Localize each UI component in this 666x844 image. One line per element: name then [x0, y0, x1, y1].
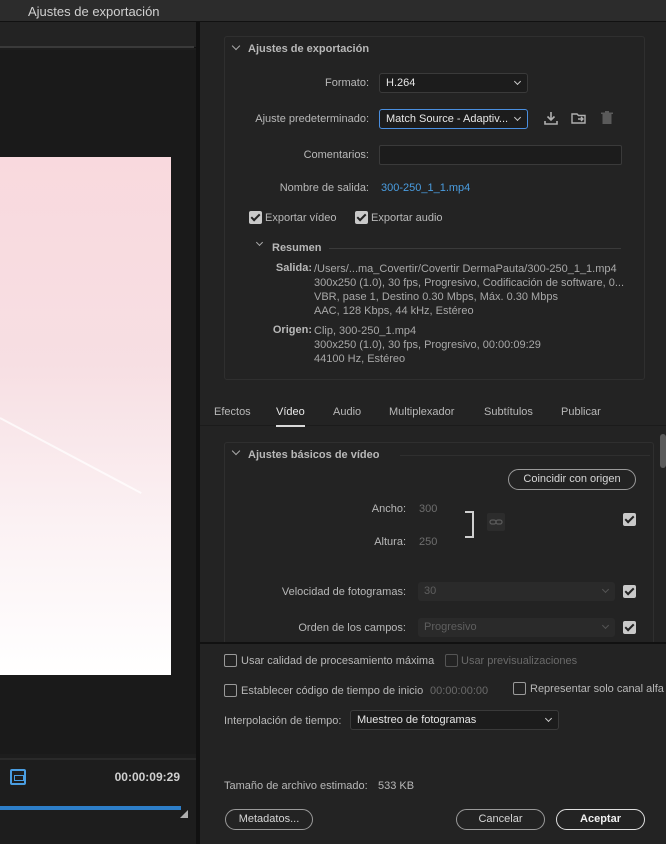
save-preset-icon[interactable] [543, 110, 559, 126]
summary-divider [329, 248, 621, 249]
summary-source-line-2: 300x250 (1.0), 30 fps, Progresivo, 00:00… [314, 339, 541, 351]
trash-icon[interactable] [599, 110, 615, 126]
window-title: Ajustes de exportación [28, 4, 160, 19]
summary-source-line-3: 44100 Hz, Estéreo [314, 353, 406, 365]
use-previews-label: Usar previsualizaciones [461, 655, 578, 667]
preview-tabstrip [0, 22, 196, 48]
field-order-value: Progresivo [424, 621, 477, 633]
format-select[interactable]: H.264 [379, 73, 528, 93]
dimensions-override-checkbox[interactable] [623, 513, 636, 526]
use-previews-checkbox[interactable] [445, 654, 458, 667]
chevron-down-icon [513, 77, 522, 86]
preset-label: Ajuste predeterminado: [255, 113, 369, 125]
export-video-label: Exportar vídeo [265, 212, 337, 224]
frame-rate-label: Velocidad de fotogramas: [281, 586, 406, 598]
summary-output-line-1: /Users/...ma_Covertir/Covertir DermaPaut… [314, 263, 617, 275]
video-basic-title: Ajustes básicos de vídeo [248, 449, 380, 461]
start-timecode-checkbox[interactable] [224, 684, 237, 697]
summary-source-label: Origen: [272, 324, 312, 336]
summary-output-line-4: AAC, 128 Kbps, 44 kHz, Estéreo [314, 305, 474, 317]
summary-title: Resumen [272, 242, 322, 254]
export-audio-label: Exportar audio [371, 212, 443, 224]
match-source-button[interactable]: Coincidir con origen [508, 469, 636, 490]
alpha-only-label: Representar solo canal alfa [530, 683, 664, 695]
alpha-only-checkbox[interactable] [513, 682, 526, 695]
import-preset-icon[interactable] [571, 110, 587, 126]
format-label: Formato: [324, 77, 369, 89]
cancel-button[interactable]: Cancelar [456, 809, 545, 830]
export-settings-title: Ajustes de exportación [248, 43, 370, 55]
window-titlebar: Ajustes de exportación [0, 0, 666, 22]
chevron-down-icon [601, 621, 610, 630]
summary-output-label: Salida: [275, 262, 312, 274]
metadata-button[interactable]: Metadatos... [225, 809, 313, 830]
preview-timecode: 00:00:09:29 [114, 770, 180, 784]
bottom-options: Usar calidad de procesamiento máxima Usa… [200, 642, 666, 844]
video-settings-panel: Ajustes básicos de vídeo Coincidir con o… [200, 428, 666, 642]
field-order-override-checkbox[interactable] [623, 621, 636, 634]
timeline-bar[interactable] [0, 806, 181, 810]
field-order-select[interactable]: Progresivo [418, 618, 615, 637]
preset-select[interactable]: Match Source - Adaptiv... [379, 109, 528, 129]
chevron-down-icon [601, 585, 610, 594]
chevron-down-icon[interactable] [255, 238, 264, 247]
fit-frame-icon[interactable] [10, 769, 26, 785]
tab-video[interactable]: Vídeo [276, 406, 305, 427]
tab-audio[interactable]: Audio [333, 406, 361, 418]
time-interpolation-select[interactable]: Muestreo de fotogramas [350, 710, 559, 730]
max-render-quality-label: Usar calidad de procesamiento máxima [241, 655, 435, 667]
time-interpolation-value: Muestreo de fotogramas [357, 714, 477, 726]
summary-source-line-1: Clip, 300-250_1.mp4 [314, 325, 417, 337]
frame-rate-override-checkbox[interactable] [623, 585, 636, 598]
height-value[interactable]: 250 [419, 536, 437, 548]
playhead-end-marker-icon[interactable] [180, 810, 188, 818]
file-size-label: Tamaño de archivo estimado: [224, 780, 368, 792]
tab-publish[interactable]: Publicar [561, 406, 601, 418]
preview-frame-image [0, 157, 171, 675]
frame-rate-select[interactable]: 30 [418, 582, 615, 601]
section-divider [400, 455, 650, 456]
preview-controls: 00:00:09:29 [0, 758, 196, 844]
tab-effects[interactable]: Efectos [214, 406, 251, 418]
summary-output-line-2: 300x250 (1.0), 30 fps, Progresivo, Codif… [314, 277, 624, 289]
export-settings-group: Ajustes de exportación Formato: H.264 Aj… [224, 36, 645, 380]
chevron-down-icon [513, 113, 522, 122]
preview-stage [0, 50, 196, 754]
tab-multiplexer[interactable]: Multiplexador [389, 406, 454, 418]
width-value[interactable]: 300 [419, 503, 437, 515]
time-interpolation-label: Interpolación de tiempo: [224, 715, 342, 727]
width-label: Ancho: [371, 503, 406, 515]
output-name-link[interactable]: 300-250_1_1.mp4 [381, 182, 470, 194]
field-order-label: Orden de los campos: [298, 622, 406, 634]
start-timecode-value[interactable]: 00:00:00:00 [430, 685, 488, 697]
output-name-label: Nombre de salida: [279, 182, 369, 194]
link-icon[interactable] [487, 513, 505, 531]
height-label: Altura: [374, 536, 406, 548]
preset-value: Match Source - Adaptiv... [386, 113, 509, 125]
aspect-bracket [465, 511, 474, 538]
preview-pane: 00:00:09:29 [0, 22, 198, 844]
chevron-down-icon[interactable] [231, 41, 241, 51]
tab-captions[interactable]: Subtítulos [484, 406, 533, 418]
scrollbar-thumb[interactable] [660, 434, 666, 468]
settings-pane: Ajustes de exportación Formato: H.264 Aj… [200, 22, 666, 844]
accept-button[interactable]: Aceptar [556, 809, 645, 830]
file-size-value: 533 KB [378, 780, 415, 792]
comments-label: Comentarios: [303, 149, 369, 161]
frame-rate-value: 30 [424, 585, 437, 597]
start-timecode-label: Establecer código de tiempo de inicio [241, 685, 424, 697]
comments-field[interactable] [379, 145, 622, 165]
chevron-down-icon[interactable] [231, 446, 241, 456]
settings-tabs: Efectos Vídeo Audio Multiplexador Subtít… [200, 400, 666, 427]
export-video-checkbox[interactable] [249, 211, 262, 224]
chevron-down-icon [544, 714, 553, 723]
format-value: H.264 [386, 77, 416, 89]
max-render-quality-checkbox[interactable] [224, 654, 237, 667]
summary-output-line-3: VBR, pase 1, Destino 0.30 Mbps, Máx. 0.3… [314, 291, 558, 303]
video-basic-group: Ajustes básicos de vídeo Coincidir con o… [224, 442, 654, 642]
export-audio-checkbox[interactable] [355, 211, 368, 224]
